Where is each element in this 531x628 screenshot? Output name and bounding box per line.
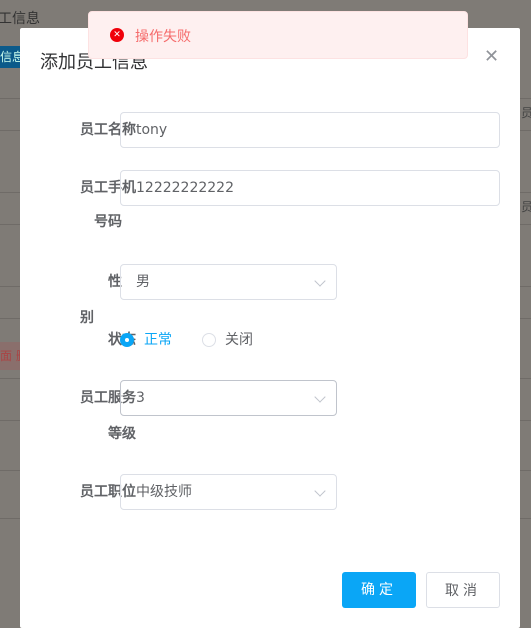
add-employee-dialog: 添加员工信息 ✕ 员工名称 tony 员工手机 号码 12222222222 性… — [20, 28, 520, 628]
bg-fragment: 员 — [521, 106, 531, 120]
chevron-down-icon — [314, 391, 326, 403]
chevron-down-icon — [314, 485, 326, 497]
bg-page-title: 工信息 — [0, 11, 40, 27]
level-select[interactable]: 3 — [120, 380, 337, 416]
phone-input[interactable]: 12222222222 — [120, 170, 500, 206]
bg-row-actions: 面 删 — [0, 342, 20, 370]
label-phone-line2: 号码 — [94, 214, 122, 230]
error-toast: ✕ 操作失败 — [88, 11, 468, 59]
radio-normal[interactable] — [120, 333, 134, 347]
label-level-line2: 等级 — [108, 426, 136, 442]
level-value: 3 — [136, 390, 145, 406]
label-gender-text: 性别 — [80, 274, 122, 326]
close-icon[interactable]: ✕ — [484, 46, 499, 67]
chevron-down-icon — [314, 275, 326, 287]
bg-fragment: 员 — [521, 200, 531, 214]
gender-select[interactable]: 男 — [120, 264, 337, 300]
position-value: 中级技师 — [136, 484, 192, 500]
name-input[interactable]: tony — [120, 112, 500, 148]
radio-closed-label[interactable]: 关闭 — [225, 322, 253, 358]
position-select[interactable]: 中级技师 — [120, 474, 337, 510]
gender-value: 男 — [136, 274, 150, 290]
bg-tab: 信息 — [0, 46, 20, 68]
radio-closed[interactable] — [202, 333, 216, 347]
radio-normal-label[interactable]: 正常 — [144, 322, 172, 358]
error-circle-icon: ✕ — [110, 28, 124, 42]
toast-message: 操作失败 — [135, 29, 191, 45]
